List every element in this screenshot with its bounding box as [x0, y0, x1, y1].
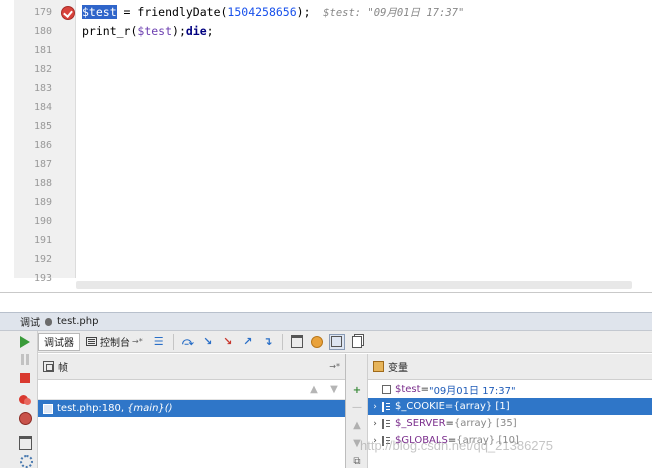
php-debug-icon: [43, 316, 54, 327]
frames-panel: 帧 →* ▲ ▼ test.php:180, {main}(): [38, 354, 346, 468]
line-number: 181: [33, 45, 52, 56]
line-number: 191: [33, 235, 52, 246]
breakpoint-icon[interactable]: [61, 6, 75, 20]
selected-variable: $test: [82, 5, 117, 19]
variables-title: 变量: [388, 363, 408, 374]
force-step-into-icon[interactable]: ↘: [220, 334, 236, 350]
run-to-cursor-icon[interactable]: ↴: [260, 334, 276, 350]
duplicate-watch-icon[interactable]: ⧉: [351, 456, 363, 468]
frames-navigation: ▲ ▼: [38, 380, 345, 400]
move-up-icon[interactable]: ▲: [351, 420, 363, 432]
restore-layout-icon[interactable]: [18, 435, 32, 450]
frames-icon: [43, 361, 54, 372]
frame-icon: [43, 403, 53, 414]
code-line-180[interactable]: print_r($test);die;: [82, 22, 214, 41]
frame-list-item[interactable]: test.php:180, {main}(): [38, 400, 345, 417]
new-watch-icon[interactable]: +: [351, 385, 363, 397]
line-number: 179: [33, 7, 52, 18]
watermark: http://blog.csdn.net/qq_21386275: [360, 438, 553, 453]
array-icon: [382, 401, 391, 412]
debug-tool-window-title: 调试 test.php: [0, 312, 652, 331]
inline-value-hint: $test: "09月01日 17:37": [310, 7, 465, 19]
code-editor[interactable]: 179 180 181 182 183 184 185 186 187 188 …: [0, 0, 652, 293]
variable-row-selected[interactable]: › $_COOKIE = {array} [1]: [368, 398, 652, 415]
line-number: 182: [33, 64, 52, 75]
pause-program-icon[interactable]: [18, 353, 32, 367]
frame-down-icon[interactable]: ▼: [328, 384, 340, 396]
toolbar-separator: [281, 333, 283, 350]
evaluate-expression-icon[interactable]: [289, 334, 305, 350]
pin-icon[interactable]: →*: [329, 362, 340, 371]
variable-row[interactable]: › $_SERVER = {array} [35]: [368, 415, 652, 432]
primitive-value-icon: [382, 385, 391, 394]
step-into-icon[interactable]: ↘: [200, 334, 216, 350]
line-number: 184: [33, 102, 52, 113]
step-over-icon[interactable]: ⤼: [180, 334, 196, 350]
stop-icon[interactable]: [18, 371, 32, 385]
array-icon: [382, 418, 391, 429]
line-number: 188: [33, 178, 52, 189]
frame-location: test.php:180,: [57, 403, 125, 414]
debug-toolbar: 调试器 控制台 →* ☰ ⤼ ↘ ↘ ↗ ↴: [38, 331, 652, 353]
tab-debugger[interactable]: 调试器: [38, 332, 80, 351]
expand-arrow-icon[interactable]: ›: [368, 419, 382, 429]
line-number: 189: [33, 197, 52, 208]
frame-context: {main}(): [127, 403, 173, 414]
line-number: 180: [33, 26, 52, 37]
timestamp-literal: 1504258656: [227, 5, 297, 19]
toolbar-separator: [172, 333, 174, 350]
variable-row[interactable]: $test = "09月01日 17:37": [368, 381, 652, 398]
debug-title-label: 调试: [20, 318, 40, 329]
line-number: 193: [33, 273, 52, 284]
settings-icon[interactable]: [18, 453, 33, 468]
resume-program-icon[interactable]: [18, 335, 32, 349]
remove-watch-icon[interactable]: —: [351, 402, 363, 414]
mute-breakpoints-icon[interactable]: [18, 411, 32, 425]
line-number: 185: [33, 121, 52, 132]
show-values-toggle-icon[interactable]: [328, 333, 345, 350]
variables-icon: [373, 361, 384, 372]
line-gutter[interactable]: 179 180 181 182 183 184 185 186 187 188 …: [14, 0, 76, 284]
copy-stack-icon[interactable]: [349, 334, 365, 350]
line-number: 187: [33, 159, 52, 170]
pin-icon: →*: [132, 337, 143, 346]
frames-title: 帧: [58, 363, 68, 374]
line-number: 190: [33, 216, 52, 227]
frame-up-icon[interactable]: ▲: [308, 384, 320, 396]
watch-icon[interactable]: [309, 334, 325, 350]
debug-side-toolbar: [0, 331, 38, 468]
debug-config-name: test.php: [57, 316, 99, 327]
step-out-icon[interactable]: ↗: [240, 334, 256, 350]
tab-console[interactable]: 控制台 →*: [80, 333, 149, 351]
show-execution-point-icon[interactable]: ☰: [151, 334, 167, 350]
view-breakpoints-icon[interactable]: [18, 393, 32, 407]
code-line-179[interactable]: $test = friendlyDate(1504258656); $test:…: [82, 3, 464, 22]
horizontal-scrollbar[interactable]: [76, 281, 632, 289]
console-icon: [86, 337, 97, 346]
line-number: 183: [33, 83, 52, 94]
variables-header: 变量: [368, 354, 652, 380]
line-number: 192: [33, 254, 52, 265]
line-number: 186: [33, 140, 52, 151]
frames-header: 帧 →*: [38, 354, 345, 380]
expand-arrow-icon[interactable]: ›: [368, 402, 382, 412]
